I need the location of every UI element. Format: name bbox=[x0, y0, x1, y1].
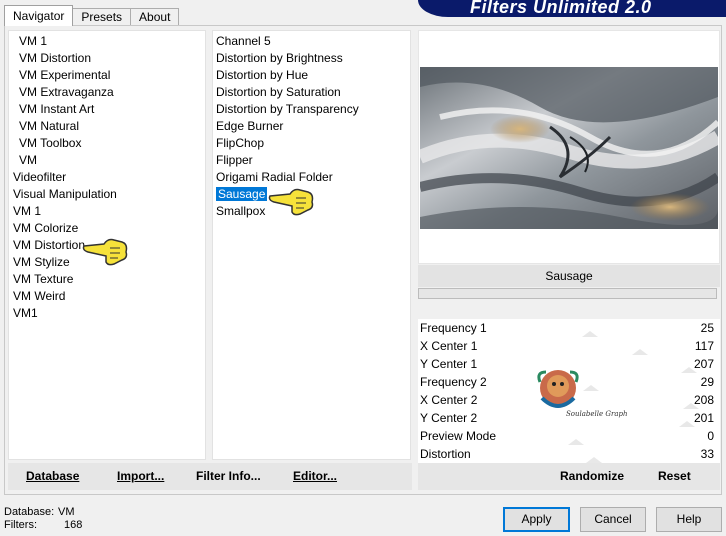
category-item[interactable]: VM Toolbox bbox=[9, 135, 205, 152]
param-label: Frequency 2 bbox=[420, 375, 487, 389]
param-value: 207 bbox=[693, 357, 714, 371]
help-button[interactable]: Help bbox=[656, 507, 722, 532]
category-item[interactable]: VM 1 bbox=[9, 33, 205, 50]
param-value: 33 bbox=[700, 447, 714, 461]
param-value: 208 bbox=[693, 393, 714, 407]
param-label: Y Center 2 bbox=[420, 411, 478, 425]
param-value: 117 bbox=[694, 339, 714, 353]
right-action-bar: Randomize Reset bbox=[418, 463, 720, 490]
param-label: X Center 1 bbox=[420, 339, 478, 353]
param-row[interactable]: X Center 1 117 bbox=[418, 337, 720, 355]
randomize-button[interactable]: Randomize bbox=[560, 469, 624, 483]
param-row[interactable]: Preview Mode 0 bbox=[418, 427, 720, 445]
tab-about[interactable]: About bbox=[130, 8, 180, 26]
tab-navigator[interactable]: Navigator bbox=[4, 5, 74, 26]
category-item[interactable]: VM1 bbox=[9, 305, 205, 322]
import-button[interactable]: Import... bbox=[117, 469, 164, 483]
progress-bar bbox=[418, 288, 717, 299]
tab-strip: Navigator Presets About bbox=[4, 4, 180, 26]
status-filters-label: Filters: bbox=[4, 519, 37, 531]
status-filters-value: 168 bbox=[64, 519, 83, 531]
param-label: Preview Mode bbox=[420, 429, 497, 443]
category-item[interactable]: VM Extravaganza bbox=[9, 84, 205, 101]
filter-item[interactable]: Flipper bbox=[213, 152, 410, 169]
filter-item[interactable]: Origami Radial Folder bbox=[213, 169, 410, 186]
category-item[interactable]: VM Experimental bbox=[9, 67, 205, 84]
param-label: Y Center 1 bbox=[420, 357, 478, 371]
banner-title: Filters Unlimited 2.0 bbox=[470, 0, 652, 17]
category-item[interactable]: VM Distortion bbox=[9, 50, 205, 67]
filter-item[interactable]: Distortion by Transparency bbox=[213, 101, 410, 118]
editor-button[interactable]: Editor... bbox=[293, 469, 337, 483]
param-value: 25 bbox=[700, 321, 714, 335]
category-item[interactable]: VM Instant Art bbox=[9, 101, 205, 118]
pointing-hand-icon bbox=[82, 238, 128, 266]
category-item[interactable]: VM bbox=[9, 152, 205, 169]
preview-image[interactable] bbox=[420, 67, 718, 229]
param-row[interactable]: Frequency 1 25 bbox=[418, 319, 720, 337]
category-item[interactable]: VM Weird bbox=[9, 288, 205, 305]
category-item[interactable]: Visual Manipulation bbox=[9, 186, 205, 203]
cancel-button[interactable]: Cancel bbox=[580, 507, 646, 532]
filter-item[interactable]: Distortion by Saturation bbox=[213, 84, 410, 101]
status-database-value: VM bbox=[58, 506, 75, 518]
filter-item[interactable]: FlipChop bbox=[213, 135, 410, 152]
param-label: Frequency 1 bbox=[420, 321, 487, 335]
category-item[interactable]: Videofilter bbox=[9, 169, 205, 186]
category-item[interactable]: VM Natural bbox=[9, 118, 205, 135]
param-value: 29 bbox=[700, 375, 714, 389]
filter-item[interactable]: Channel 5 bbox=[213, 33, 410, 50]
tab-presets[interactable]: Presets bbox=[72, 8, 132, 26]
category-item[interactable]: VM Texture bbox=[9, 271, 205, 288]
param-value: 201 bbox=[693, 411, 714, 425]
filter-item[interactable]: Edge Burner bbox=[213, 118, 410, 135]
filter-item[interactable]: Distortion by Brightness bbox=[213, 50, 410, 67]
selected-filter-label: Sausage bbox=[418, 265, 720, 287]
param-row[interactable]: Distortion 33 bbox=[418, 445, 720, 463]
pointing-hand-icon bbox=[268, 188, 314, 216]
database-button[interactable]: Database bbox=[26, 469, 79, 483]
preview-panel bbox=[418, 30, 720, 264]
category-item[interactable]: VM Colorize bbox=[9, 220, 205, 237]
apply-button[interactable]: Apply bbox=[503, 507, 570, 532]
filter-info-button[interactable]: Filter Info... bbox=[196, 469, 261, 483]
param-value: 0 bbox=[707, 429, 714, 443]
title-banner: Filters Unlimited 2.0 bbox=[418, 0, 726, 17]
filter-item[interactable]: Distortion by Hue bbox=[213, 67, 410, 84]
param-label: X Center 2 bbox=[420, 393, 478, 407]
param-label: Distortion bbox=[420, 447, 471, 461]
category-item[interactable]: VM 1 bbox=[9, 203, 205, 220]
watermark-text: Soulabelle Graph bbox=[566, 410, 628, 418]
status-area: Database: VM Filters: 168 bbox=[4, 506, 82, 532]
filter-item-label: Sausage bbox=[216, 187, 268, 201]
left-action-bar: Database Import... Filter Info... Editor… bbox=[8, 463, 412, 490]
reset-button[interactable]: Reset bbox=[658, 469, 691, 483]
status-database-label: Database: bbox=[4, 506, 55, 518]
filter-list[interactable]: Channel 5 Distortion by Brightness Distort… bbox=[212, 30, 411, 460]
